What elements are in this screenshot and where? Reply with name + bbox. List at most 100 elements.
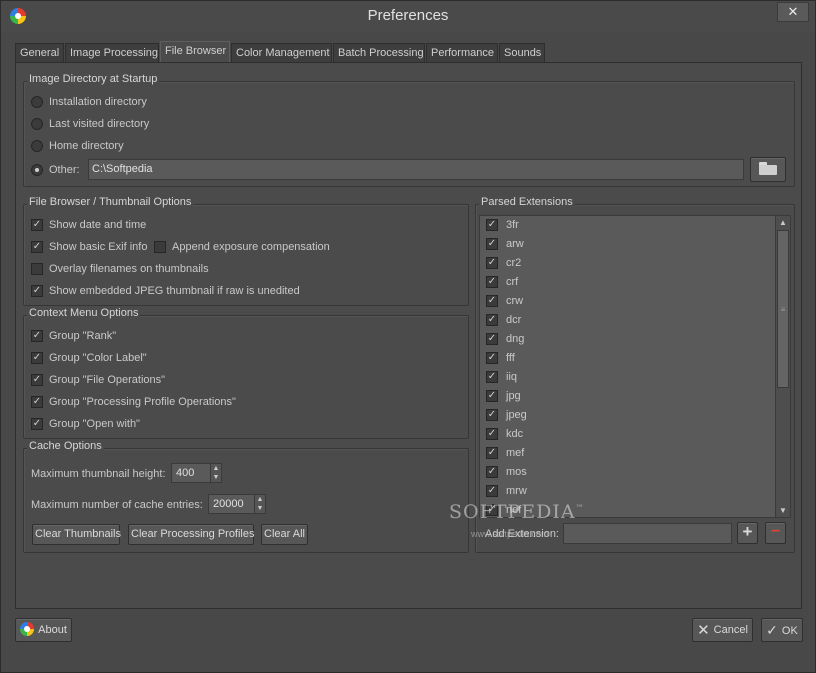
- checkbox-label: Group "File Operations": [49, 374, 166, 386]
- checkmark-icon: ✓: [766, 622, 778, 638]
- max-thumbnail-height-spinbox[interactable]: 400 ▲ ▼: [171, 463, 222, 483]
- checkmark-icon[interactable]: ✓: [31, 285, 43, 297]
- checkbox-empty[interactable]: [31, 263, 43, 275]
- checkmark-icon[interactable]: ✓: [486, 447, 498, 459]
- checkmark-icon[interactable]: ✓: [486, 238, 498, 250]
- radio-button[interactable]: [31, 140, 43, 152]
- list-item[interactable]: ✓ jpeg: [480, 406, 774, 425]
- extensions-list[interactable]: ✓ 3fr ✓ arw ✓ cr2 ✓ crf ✓ crw ✓ dcr ✓ dng ✓ fff …: [479, 215, 791, 518]
- checkmark-icon[interactable]: ✓: [31, 352, 43, 364]
- checkmark-icon[interactable]: ✓: [486, 314, 498, 326]
- checkmark-icon[interactable]: ✓: [486, 219, 498, 231]
- list-item[interactable]: ✓ iiq: [480, 368, 774, 387]
- minus-icon: −: [770, 523, 781, 540]
- checkmark-icon[interactable]: ✓: [486, 257, 498, 269]
- cache-options-title: Cache Options: [27, 440, 104, 452]
- tab-image-processing[interactable]: Image Processing: [65, 43, 159, 63]
- checkbox-empty[interactable]: [154, 241, 166, 253]
- tab-performance[interactable]: Performance: [426, 43, 498, 63]
- list-item[interactable]: ✓ kdc: [480, 425, 774, 444]
- list-item[interactable]: ✓ crw: [480, 292, 774, 311]
- checkmark-icon[interactable]: ✓: [486, 371, 498, 383]
- radio-label: Home directory: [49, 140, 124, 152]
- spin-arrows-icon[interactable]: ▲ ▼: [210, 464, 221, 482]
- list-item[interactable]: ✓ arw: [480, 235, 774, 254]
- extensions-scrollbar[interactable]: ▲ ≡ ▼: [775, 216, 790, 517]
- radio-button[interactable]: [31, 118, 43, 130]
- max-cache-entries-spinbox[interactable]: 20000 ▲ ▼: [208, 494, 266, 514]
- cancel-button[interactable]: ✕ Cancel: [692, 618, 753, 642]
- list-item[interactable]: ✓ mos: [480, 463, 774, 482]
- tab-color-management[interactable]: Color Management: [231, 43, 332, 63]
- extension-label: crw: [506, 295, 524, 307]
- tab-sounds[interactable]: Sounds: [499, 43, 545, 63]
- max-thumbnail-height-label: Maximum thumbnail height:: [31, 468, 166, 480]
- checkbox-label: Group "Rank": [49, 330, 117, 342]
- remove-extension-button[interactable]: −: [765, 522, 786, 544]
- checkmark-icon[interactable]: ✓: [31, 330, 43, 342]
- list-item[interactable]: ✓ fff: [480, 349, 774, 368]
- checkmark-icon[interactable]: ✓: [486, 466, 498, 478]
- add-extension-button[interactable]: +: [737, 522, 758, 544]
- extension-label: jpeg: [506, 409, 527, 421]
- checkmark-icon[interactable]: ✓: [486, 390, 498, 402]
- list-item[interactable]: ✓ dng: [480, 330, 774, 349]
- extension-label: iiq: [506, 371, 518, 383]
- extension-label: crf: [506, 276, 519, 288]
- radio-button[interactable]: [31, 164, 43, 176]
- checkmark-icon[interactable]: ✓: [31, 396, 43, 408]
- list-item[interactable]: ✓ mef: [480, 444, 774, 463]
- scrollbar-thumb[interactable]: ≡: [777, 230, 789, 388]
- list-item[interactable]: ✓ cr2: [480, 254, 774, 273]
- extension-label: jpg: [506, 390, 521, 402]
- checkbox-label: Append exposure compensation: [172, 241, 330, 253]
- spinbox-value: 400: [176, 467, 195, 479]
- tab-general[interactable]: General: [15, 43, 64, 63]
- checkmark-icon[interactable]: ✓: [486, 428, 498, 440]
- radio-button[interactable]: [31, 96, 43, 108]
- clear-processing-profiles-button[interactable]: Clear Processing Profiles: [128, 524, 255, 545]
- checkbox-label: Overlay filenames on thumbnails: [49, 263, 209, 275]
- checkmark-icon[interactable]: ✓: [486, 295, 498, 307]
- list-item[interactable]: ✓ crf: [480, 273, 774, 292]
- checkbox-label: Group "Color Label": [49, 352, 147, 364]
- softpedia-watermark: SOFTPEDIA™: [449, 501, 585, 523]
- spin-arrows-icon[interactable]: ▲ ▼: [254, 495, 265, 513]
- list-item[interactable]: ✓ dcr: [480, 311, 774, 330]
- scroll-up-icon[interactable]: ▲: [776, 216, 790, 229]
- list-item[interactable]: ✓ 3fr: [480, 216, 774, 235]
- checkmark-icon[interactable]: ✓: [31, 418, 43, 430]
- ok-button[interactable]: ✓ OK: [761, 618, 803, 642]
- tab-file-browser[interactable]: File Browser: [160, 41, 230, 63]
- checkbox-label: Show embedded JPEG thumbnail if raw is u…: [49, 285, 300, 297]
- title-bar: Preferences ✕: [1, 1, 815, 32]
- checkmark-icon[interactable]: ✓: [486, 352, 498, 364]
- checkmark-icon[interactable]: ✓: [486, 409, 498, 421]
- thumbnail-options-title: File Browser / Thumbnail Options: [27, 196, 194, 208]
- clear-all-button[interactable]: Clear All: [261, 524, 308, 545]
- checkmark-icon[interactable]: ✓: [31, 374, 43, 386]
- plus-icon: +: [742, 522, 753, 541]
- close-button[interactable]: ✕: [777, 2, 809, 22]
- cancel-label: Cancel: [713, 624, 748, 636]
- extension-label: cr2: [506, 257, 522, 269]
- checkbox-label: Group "Open with": [49, 418, 140, 430]
- add-extension-field[interactable]: [563, 523, 732, 544]
- checkmark-icon[interactable]: ✓: [486, 276, 498, 288]
- checkmark-icon[interactable]: ✓: [31, 219, 43, 231]
- about-button[interactable]: About: [15, 618, 72, 642]
- checkmark-icon[interactable]: ✓: [486, 485, 498, 497]
- extension-label: kdc: [506, 428, 524, 440]
- other-directory-field[interactable]: C:\Softpedia: [88, 159, 744, 180]
- clear-thumbnails-button[interactable]: Clear Thumbnails: [32, 524, 121, 545]
- list-item[interactable]: ✓ mrw: [480, 482, 774, 501]
- checkbox-label: Show basic Exif info: [49, 241, 148, 253]
- list-item[interactable]: ✓ jpg: [480, 387, 774, 406]
- extension-label: mef: [506, 447, 525, 459]
- checkmark-icon[interactable]: ✓: [486, 333, 498, 345]
- spinbox-value: 20000: [213, 498, 244, 510]
- scroll-down-icon[interactable]: ▼: [776, 504, 790, 517]
- tab-batch-processing[interactable]: Batch Processing: [333, 43, 425, 63]
- checkmark-icon[interactable]: ✓: [31, 241, 43, 253]
- browse-folder-button[interactable]: [750, 157, 786, 182]
